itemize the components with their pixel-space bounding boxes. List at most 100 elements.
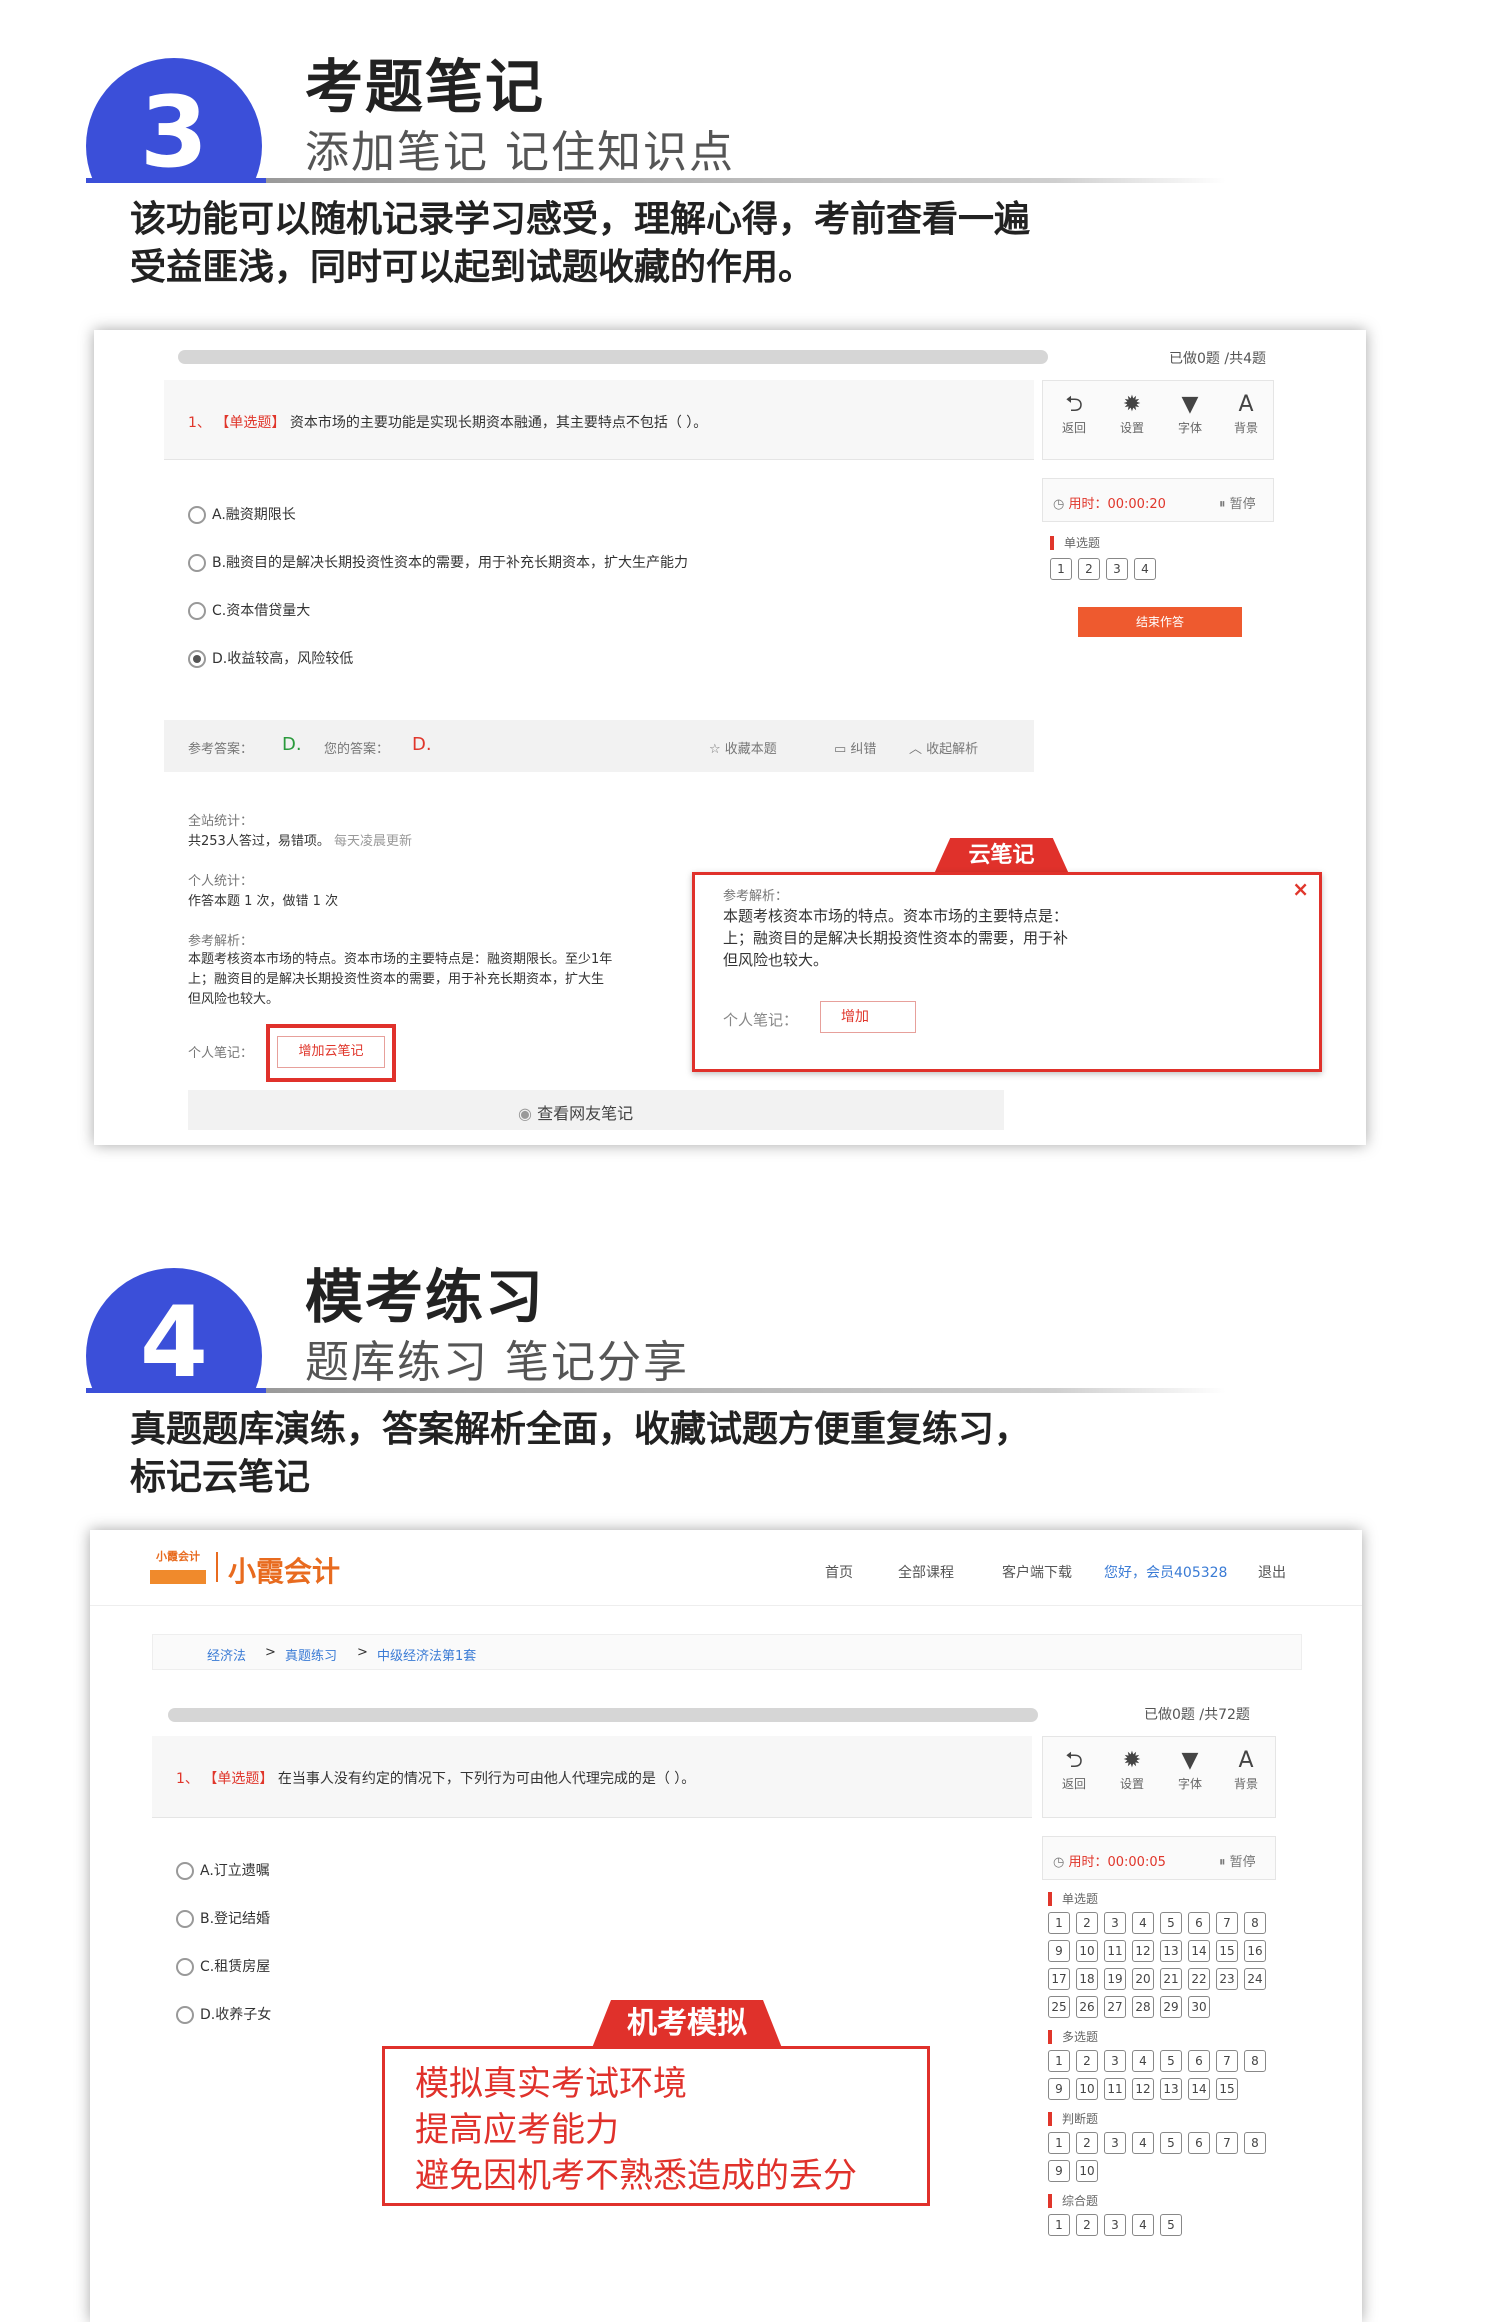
option-d[interactable]: D.收益较高，风险较低 [188, 648, 353, 668]
question-number-button[interactable]: 22 [1188, 1968, 1210, 1990]
question-number-button[interactable]: 6 [1188, 2050, 1210, 2072]
radio-icon[interactable] [188, 602, 206, 620]
breadcrumb-item[interactable]: 经济法 [207, 1645, 246, 1664]
question-number-button[interactable]: 8 [1244, 2132, 1266, 2154]
question-number-button[interactable]: 5 [1160, 2214, 1182, 2236]
radio-icon[interactable] [176, 1862, 194, 1880]
background-button[interactable]: A 背景 [1221, 1747, 1271, 1792]
nav-download[interactable]: 客户端下载 [1002, 1562, 1072, 1582]
question-number-button[interactable]: 2 [1076, 2132, 1098, 2154]
question-number-button[interactable]: 30 [1188, 1996, 1210, 2018]
question-number-button[interactable]: 14 [1188, 2078, 1210, 2100]
nav-home[interactable]: 首页 [825, 1562, 853, 1582]
question-number-button[interactable]: 24 [1244, 1968, 1266, 1990]
option-b[interactable]: B.登记结婚 [176, 1908, 270, 1928]
user-greeting[interactable]: 您好，会员405328 [1104, 1562, 1227, 1582]
question-number-button[interactable]: 6 [1188, 2132, 1210, 2154]
question-number-button[interactable]: 1 [1048, 2132, 1070, 2154]
close-icon[interactable]: × [1292, 877, 1309, 901]
question-number-button[interactable]: 16 [1244, 1940, 1266, 1962]
submit-button[interactable]: 结束作答 [1078, 607, 1242, 637]
question-number-button[interactable]: 15 [1216, 1940, 1238, 1962]
question-number-button[interactable]: 5 [1160, 2050, 1182, 2072]
question-number-button[interactable]: 3 [1104, 1912, 1126, 1934]
question-number-button[interactable]: 29 [1160, 1996, 1182, 2018]
question-number-button[interactable]: 10 [1076, 2160, 1098, 2182]
option-c[interactable]: C.租赁房屋 [176, 1956, 270, 1976]
question-number-button[interactable]: 7 [1216, 2132, 1238, 2154]
logo-small[interactable]: 小霞会计 [150, 1548, 206, 1592]
radio-selected-icon[interactable] [188, 650, 206, 668]
question-number-button[interactable]: 1 [1048, 2214, 1070, 2236]
back-button[interactable]: ⮌ 返回 [1049, 391, 1099, 436]
question-number-button[interactable]: 13 [1160, 2078, 1182, 2100]
settings-button[interactable]: ✹ 设置 [1107, 391, 1157, 436]
report-error-button[interactable]: ▭ 纠错 [834, 738, 876, 757]
breadcrumb-item[interactable]: 中级经济法第1套 [377, 1645, 476, 1664]
question-number-button[interactable]: 7 [1216, 2050, 1238, 2072]
question-number-button[interactable]: 2 [1076, 2214, 1098, 2236]
question-number-button[interactable]: 28 [1132, 1996, 1154, 2018]
question-number-button[interactable]: 8 [1244, 1912, 1266, 1934]
popup-add-note-button[interactable]: 增加 [820, 1001, 916, 1033]
question-number-button[interactable]: 1 [1048, 1912, 1070, 1934]
question-number-button[interactable]: 2 [1076, 2050, 1098, 2072]
question-number-button[interactable]: 4 [1134, 558, 1156, 580]
question-number-button[interactable]: 2 [1078, 558, 1100, 580]
question-number-button[interactable]: 14 [1188, 1940, 1210, 1962]
pause-button[interactable]: ⏸ 暂停 [1219, 493, 1256, 512]
question-number-button[interactable]: 6 [1188, 1912, 1210, 1934]
add-note-button[interactable]: 增加云笔记 [277, 1036, 385, 1068]
collapse-analysis-button[interactable]: ︿ 收起解析 [909, 738, 978, 757]
question-number-button[interactable]: 10 [1076, 2078, 1098, 2100]
favorite-button[interactable]: ☆ 收藏本题 [709, 738, 777, 757]
question-number-button[interactable]: 9 [1048, 1940, 1070, 1962]
question-number-button[interactable]: 25 [1048, 1996, 1070, 2018]
nav-courses[interactable]: 全部课程 [898, 1562, 954, 1582]
option-a[interactable]: A.融资期限长 [188, 504, 296, 524]
radio-icon[interactable] [176, 1958, 194, 1976]
question-number-button[interactable]: 9 [1048, 2160, 1070, 2182]
question-number-button[interactable]: 18 [1076, 1968, 1098, 1990]
font-button[interactable]: ▼ 字体 [1165, 391, 1215, 436]
question-number-button[interactable]: 27 [1104, 1996, 1126, 2018]
question-number-button[interactable]: 3 [1106, 558, 1128, 580]
question-number-button[interactable]: 3 [1104, 2050, 1126, 2072]
question-number-button[interactable]: 26 [1076, 1996, 1098, 2018]
question-number-button[interactable]: 1 [1050, 558, 1072, 580]
view-friends-bar[interactable]: ◉ 查看网友笔记 [188, 1090, 1004, 1130]
question-number-button[interactable]: 7 [1216, 1912, 1238, 1934]
question-number-button[interactable]: 10 [1076, 1940, 1098, 1962]
question-number-button[interactable]: 12 [1132, 1940, 1154, 1962]
question-number-button[interactable]: 8 [1244, 2050, 1266, 2072]
question-number-button[interactable]: 2 [1076, 1912, 1098, 1934]
option-a[interactable]: A.订立遗嘱 [176, 1860, 270, 1880]
breadcrumb-item[interactable]: 真题练习 [285, 1645, 337, 1664]
option-d[interactable]: D.收养子女 [176, 2004, 271, 2024]
question-number-button[interactable]: 21 [1160, 1968, 1182, 1990]
question-number-button[interactable]: 4 [1132, 2214, 1154, 2236]
pause-button[interactable]: ⏸ 暂停 [1219, 1851, 1256, 1870]
radio-icon[interactable] [176, 1910, 194, 1928]
question-number-button[interactable]: 13 [1160, 1940, 1182, 1962]
question-number-button[interactable]: 11 [1104, 1940, 1126, 1962]
question-number-button[interactable]: 23 [1216, 1968, 1238, 1990]
question-number-button[interactable]: 15 [1216, 2078, 1238, 2100]
question-number-button[interactable]: 1 [1048, 2050, 1070, 2072]
settings-button[interactable]: ✹ 设置 [1107, 1747, 1157, 1792]
radio-icon[interactable] [188, 554, 206, 572]
radio-icon[interactable] [176, 2006, 194, 2024]
question-number-button[interactable]: 19 [1104, 1968, 1126, 1990]
option-c[interactable]: C.资本借贷量大 [188, 600, 310, 620]
question-number-button[interactable]: 3 [1104, 2214, 1126, 2236]
question-number-button[interactable]: 5 [1160, 1912, 1182, 1934]
option-b[interactable]: B.融资目的是解决长期投资性资本的需要，用于补充长期资本，扩大生产能力 [188, 552, 688, 572]
question-number-button[interactable]: 4 [1132, 1912, 1154, 1934]
question-number-button[interactable]: 5 [1160, 2132, 1182, 2154]
font-button[interactable]: ▼ 字体 [1165, 1747, 1215, 1792]
question-number-button[interactable]: 11 [1104, 2078, 1126, 2100]
question-number-button[interactable]: 12 [1132, 2078, 1154, 2100]
question-number-button[interactable]: 3 [1104, 2132, 1126, 2154]
question-number-button[interactable]: 4 [1132, 2132, 1154, 2154]
question-number-button[interactable]: 4 [1132, 2050, 1154, 2072]
